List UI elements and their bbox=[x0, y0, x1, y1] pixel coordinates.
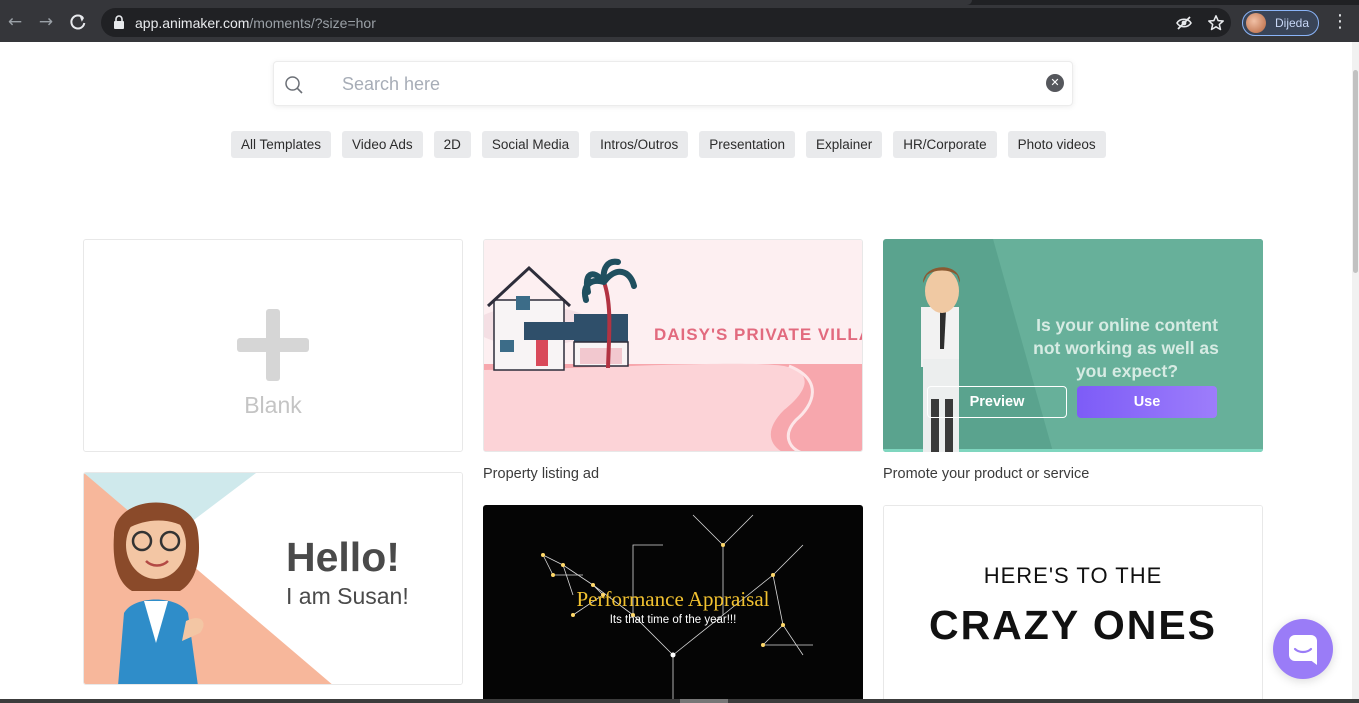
template-card-property-listing[interactable]: DAISY'S PRIVATE VILLA bbox=[483, 239, 863, 452]
url-host: app.animaker.com bbox=[135, 15, 250, 31]
chat-launcher-button[interactable] bbox=[1273, 619, 1333, 679]
url-path: /moments/?size=hor bbox=[249, 15, 376, 31]
plus-icon bbox=[237, 309, 309, 381]
lock-icon bbox=[114, 15, 124, 29]
profile-name: Dijeda bbox=[1275, 16, 1310, 30]
category-filters: All Templates Video Ads 2D Social Media … bbox=[231, 131, 1106, 158]
search-icon bbox=[285, 76, 303, 94]
susan-hello: Hello! bbox=[286, 534, 400, 580]
more-vert-icon[interactable]: ⋮ bbox=[1331, 12, 1349, 32]
template-card-crazy-ones[interactable]: HERE'S TO THE CRAZY ONES bbox=[883, 505, 1263, 699]
villa-thumbnail: DAISY'S PRIVATE VILLA bbox=[484, 240, 863, 451]
star-icon[interactable] bbox=[1207, 14, 1225, 32]
page-content: ✕ All Templates Video Ads 2D Social Medi… bbox=[0, 42, 1352, 699]
use-button[interactable]: Use bbox=[1077, 386, 1217, 418]
profile-button[interactable]: Dijeda bbox=[1242, 10, 1319, 36]
active-tab-edge bbox=[0, 0, 972, 5]
crazy-line-1: HERE'S TO THE bbox=[984, 563, 1163, 588]
filter-explainer[interactable]: Explainer bbox=[806, 131, 883, 158]
susan-thumbnail: Hello! I am Susan! bbox=[84, 473, 462, 684]
caption-promote-product: Promote your product or service bbox=[883, 466, 1090, 482]
scrollbar-thumb[interactable] bbox=[1353, 70, 1358, 273]
promote-thumbnail: Is your online content not working as we… bbox=[883, 239, 1263, 452]
appraisal-title: Performance Appraisal bbox=[576, 587, 769, 611]
promote-line-1: Is your online content bbox=[1036, 315, 1218, 335]
page-scrollbar[interactable] bbox=[1352, 42, 1359, 699]
promote-line-2: not working as well as bbox=[1033, 338, 1219, 358]
crazy-thumbnail: HERE'S TO THE CRAZY ONES bbox=[884, 506, 1262, 699]
eye-off-icon[interactable] bbox=[1175, 14, 1193, 32]
caption-property-listing: Property listing ad bbox=[483, 466, 600, 482]
filter-hr-corporate[interactable]: HR/Corporate bbox=[893, 131, 997, 158]
back-arrow-icon[interactable]: ← bbox=[5, 12, 25, 32]
crazy-line-2: CRAZY ONES bbox=[929, 602, 1217, 648]
tab-strip bbox=[0, 0, 1359, 5]
template-card-susan[interactable]: Hello! I am Susan! bbox=[83, 472, 463, 685]
search-input[interactable] bbox=[342, 71, 1022, 97]
filter-presentation[interactable]: Presentation bbox=[699, 131, 796, 158]
preview-button[interactable]: Preview bbox=[927, 386, 1067, 418]
search-box: ✕ bbox=[273, 61, 1073, 106]
filter-video-ads[interactable]: Video Ads bbox=[342, 131, 423, 158]
susan-subtitle: I am Susan! bbox=[286, 583, 409, 609]
filter-photo-videos[interactable]: Photo videos bbox=[1007, 131, 1106, 158]
bottom-bar bbox=[0, 699, 1359, 703]
url-text: app.animaker.com/moments/?size=hor bbox=[135, 15, 376, 31]
address-bar[interactable]: app.animaker.com/moments/?size=hor bbox=[101, 8, 1231, 37]
filter-all-templates[interactable]: All Templates bbox=[231, 131, 332, 158]
browser-toolbar: ← → app.animaker.com/moments/?size=hor D… bbox=[0, 0, 1359, 42]
bottom-bar-segment bbox=[680, 699, 728, 703]
forward-arrow-icon[interactable]: → bbox=[36, 12, 56, 32]
villa-title-text: DAISY'S PRIVATE VILLA bbox=[654, 325, 863, 344]
blank-label: Blank bbox=[244, 392, 302, 418]
template-card-performance-appraisal[interactable]: Performance Appraisal Its that time of t… bbox=[483, 505, 863, 699]
clear-icon[interactable]: ✕ bbox=[1046, 74, 1064, 92]
filter-2d[interactable]: 2D bbox=[433, 131, 471, 158]
filter-social-media[interactable]: Social Media bbox=[481, 131, 580, 158]
blank-template-card[interactable]: Blank bbox=[83, 239, 463, 452]
avatar bbox=[1246, 13, 1266, 33]
filter-intros-outros[interactable]: Intros/Outros bbox=[590, 131, 689, 158]
chat-bubble-icon bbox=[1289, 635, 1317, 665]
reload-icon[interactable] bbox=[68, 12, 88, 32]
appraisal-thumbnail: Performance Appraisal Its that time of t… bbox=[483, 505, 863, 699]
appraisal-subtitle: Its that time of the year!!! bbox=[610, 614, 737, 626]
promote-line-3: you expect? bbox=[1076, 361, 1178, 381]
template-card-promote-product[interactable]: Is your online content not working as we… bbox=[883, 239, 1263, 452]
